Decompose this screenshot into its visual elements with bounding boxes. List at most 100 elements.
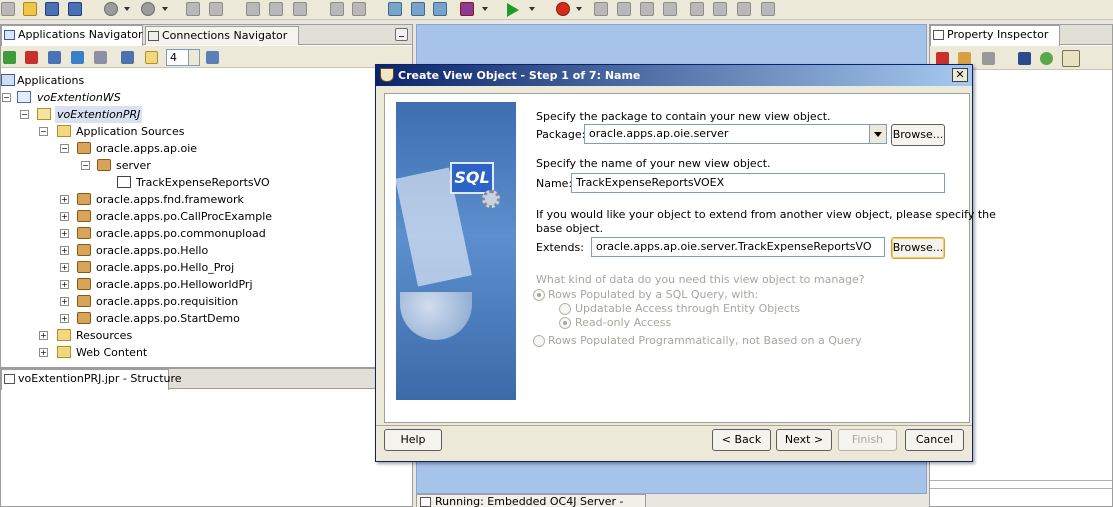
collapse-icon[interactable]: − — [2, 93, 11, 102]
tab-log[interactable]: Running: Embedded OC4J Server - Log — [416, 494, 646, 507]
cut-icon[interactable] — [246, 2, 260, 16]
collapse-icon[interactable]: − — [39, 127, 48, 136]
run-icon[interactable] — [507, 3, 519, 17]
step-icon[interactable] — [594, 2, 608, 16]
package-combobox[interactable]: oracle.apps.ap.oie.server — [584, 124, 887, 144]
name-prompt: Specify the name of your new view object… — [536, 157, 771, 170]
coffee-cup-illustration — [400, 292, 472, 340]
copy-icon[interactable] — [269, 2, 283, 16]
expand-icon[interactable]: + — [60, 280, 69, 289]
radio-readonly-access-label: Read-only Access — [575, 316, 672, 329]
sort-icon[interactable] — [206, 51, 219, 64]
step-into-icon[interactable] — [640, 2, 654, 16]
rebuild-icon[interactable] — [411, 2, 425, 16]
tab-connections-navigator[interactable]: Connections Navigator — [145, 26, 299, 45]
extends-browse-button[interactable]: Browse... — [891, 237, 945, 259]
expand-icon[interactable]: + — [39, 348, 48, 357]
resume-icon[interactable] — [690, 2, 704, 16]
navigator-toolbar: 4 — [1, 46, 412, 68]
paste-icon[interactable] — [293, 2, 307, 16]
pause-icon[interactable] — [713, 2, 727, 16]
collapse-icon[interactable]: − — [60, 144, 69, 153]
deploy-icon[interactable] — [460, 2, 474, 16]
compile-icon[interactable] — [433, 2, 447, 16]
pencil-icon[interactable] — [982, 52, 995, 65]
divider — [930, 488, 1112, 489]
depth-spinner[interactable]: 4 — [166, 49, 200, 66]
close-icon[interactable]: ✕ — [952, 68, 968, 82]
build-gear-icon[interactable] — [104, 2, 118, 16]
chevron-down-icon[interactable] — [869, 125, 886, 143]
dialog-title-bar[interactable]: Create View Object - Step 1 of 7: Name ✕ — [376, 65, 972, 86]
spinner-value: 4 — [170, 51, 177, 64]
radio-programmatic[interactable] — [533, 335, 545, 347]
help-button[interactable]: Help — [384, 429, 442, 451]
folder-icon[interactable] — [145, 51, 158, 64]
main-toolbar — [0, 0, 1113, 20]
chevron-down-icon[interactable] — [162, 7, 168, 11]
refresh-icon[interactable] — [71, 51, 84, 64]
find-icon[interactable] — [48, 51, 61, 64]
pencil-icon[interactable] — [330, 2, 344, 16]
new-icon[interactable] — [1, 2, 15, 16]
name-input[interactable]: TrackExpenseReportsVOEX — [571, 173, 945, 193]
expand-icon[interactable]: + — [39, 331, 48, 340]
radio-readonly-access[interactable] — [559, 317, 571, 329]
undo-icon[interactable] — [186, 2, 200, 16]
brush-icon[interactable] — [352, 2, 366, 16]
chevron-down-icon[interactable] — [529, 7, 535, 11]
spinner-arrows-icon[interactable] — [188, 50, 199, 65]
save-icon[interactable] — [45, 2, 59, 16]
trash-icon[interactable] — [761, 2, 775, 16]
extends-prompt-line1: If you would like your object to extend … — [536, 208, 996, 221]
collapse-icon[interactable]: − — [81, 161, 90, 170]
chart-icon[interactable] — [121, 51, 134, 64]
finish-button[interactable]: Finish — [838, 429, 897, 451]
expand-icon[interactable]: + — [60, 195, 69, 204]
extends-label: Extends: — [536, 241, 584, 254]
chevron-down-icon[interactable] — [482, 7, 488, 11]
chevron-down-icon[interactable] — [576, 7, 582, 11]
extends-prompt-line2: base object. — [536, 222, 604, 235]
expand-icon[interactable]: + — [60, 229, 69, 238]
step-over-icon[interactable] — [617, 2, 631, 16]
debug-icon[interactable] — [556, 2, 570, 16]
folder-icon — [57, 346, 71, 358]
workspace-icon — [17, 91, 31, 103]
package-browse-button[interactable]: Browse... — [891, 124, 945, 146]
properties-icon[interactable] — [94, 51, 107, 64]
next-button[interactable]: Next > — [776, 429, 832, 451]
tab-property-inspector[interactable]: Property Inspector — [930, 25, 1060, 46]
back-button[interactable]: < Back — [712, 429, 771, 451]
run-gear-icon[interactable] — [141, 2, 155, 16]
open-folder-icon[interactable] — [23, 2, 37, 16]
expand-icon[interactable]: + — [60, 246, 69, 255]
expand-icon[interactable]: + — [60, 314, 69, 323]
step-out-icon[interactable] — [663, 2, 677, 16]
add-icon[interactable] — [3, 51, 16, 64]
tab-structure[interactable]: voExtentionPRJ.jpr - Structure — [1, 369, 182, 390]
applications-icon — [1, 74, 15, 86]
expand-icon[interactable]: + — [60, 263, 69, 272]
radio-sql-query[interactable] — [533, 289, 545, 301]
redo-icon[interactable] — [209, 2, 223, 16]
chevron-down-icon[interactable] — [124, 7, 130, 11]
cancel-button[interactable]: Cancel — [905, 429, 964, 451]
expand-icon[interactable]: + — [60, 297, 69, 306]
expand-icon[interactable]: + — [60, 212, 69, 221]
stop-icon[interactable] — [737, 2, 751, 16]
collapse-icon[interactable]: − — [20, 110, 29, 119]
circle-icon[interactable] — [1040, 52, 1053, 65]
radio-updatable-access[interactable] — [559, 303, 571, 315]
make-icon[interactable] — [388, 2, 402, 16]
gear-icon — [482, 190, 500, 208]
package-icon — [77, 227, 91, 239]
package-prompt: Specify the package to contain your new … — [536, 110, 831, 123]
categories-icon[interactable] — [1062, 50, 1080, 67]
binoculars-icon[interactable] — [1018, 52, 1031, 65]
tab-applications-navigator[interactable]: Applications Navigator — [1, 25, 143, 46]
save-all-icon[interactable] — [68, 2, 82, 16]
extends-input[interactable]: oracle.apps.ap.oie.server.TrackExpenseRe… — [591, 237, 885, 257]
minimize-panel-icon[interactable] — [395, 28, 408, 41]
remove-icon[interactable] — [25, 51, 38, 64]
